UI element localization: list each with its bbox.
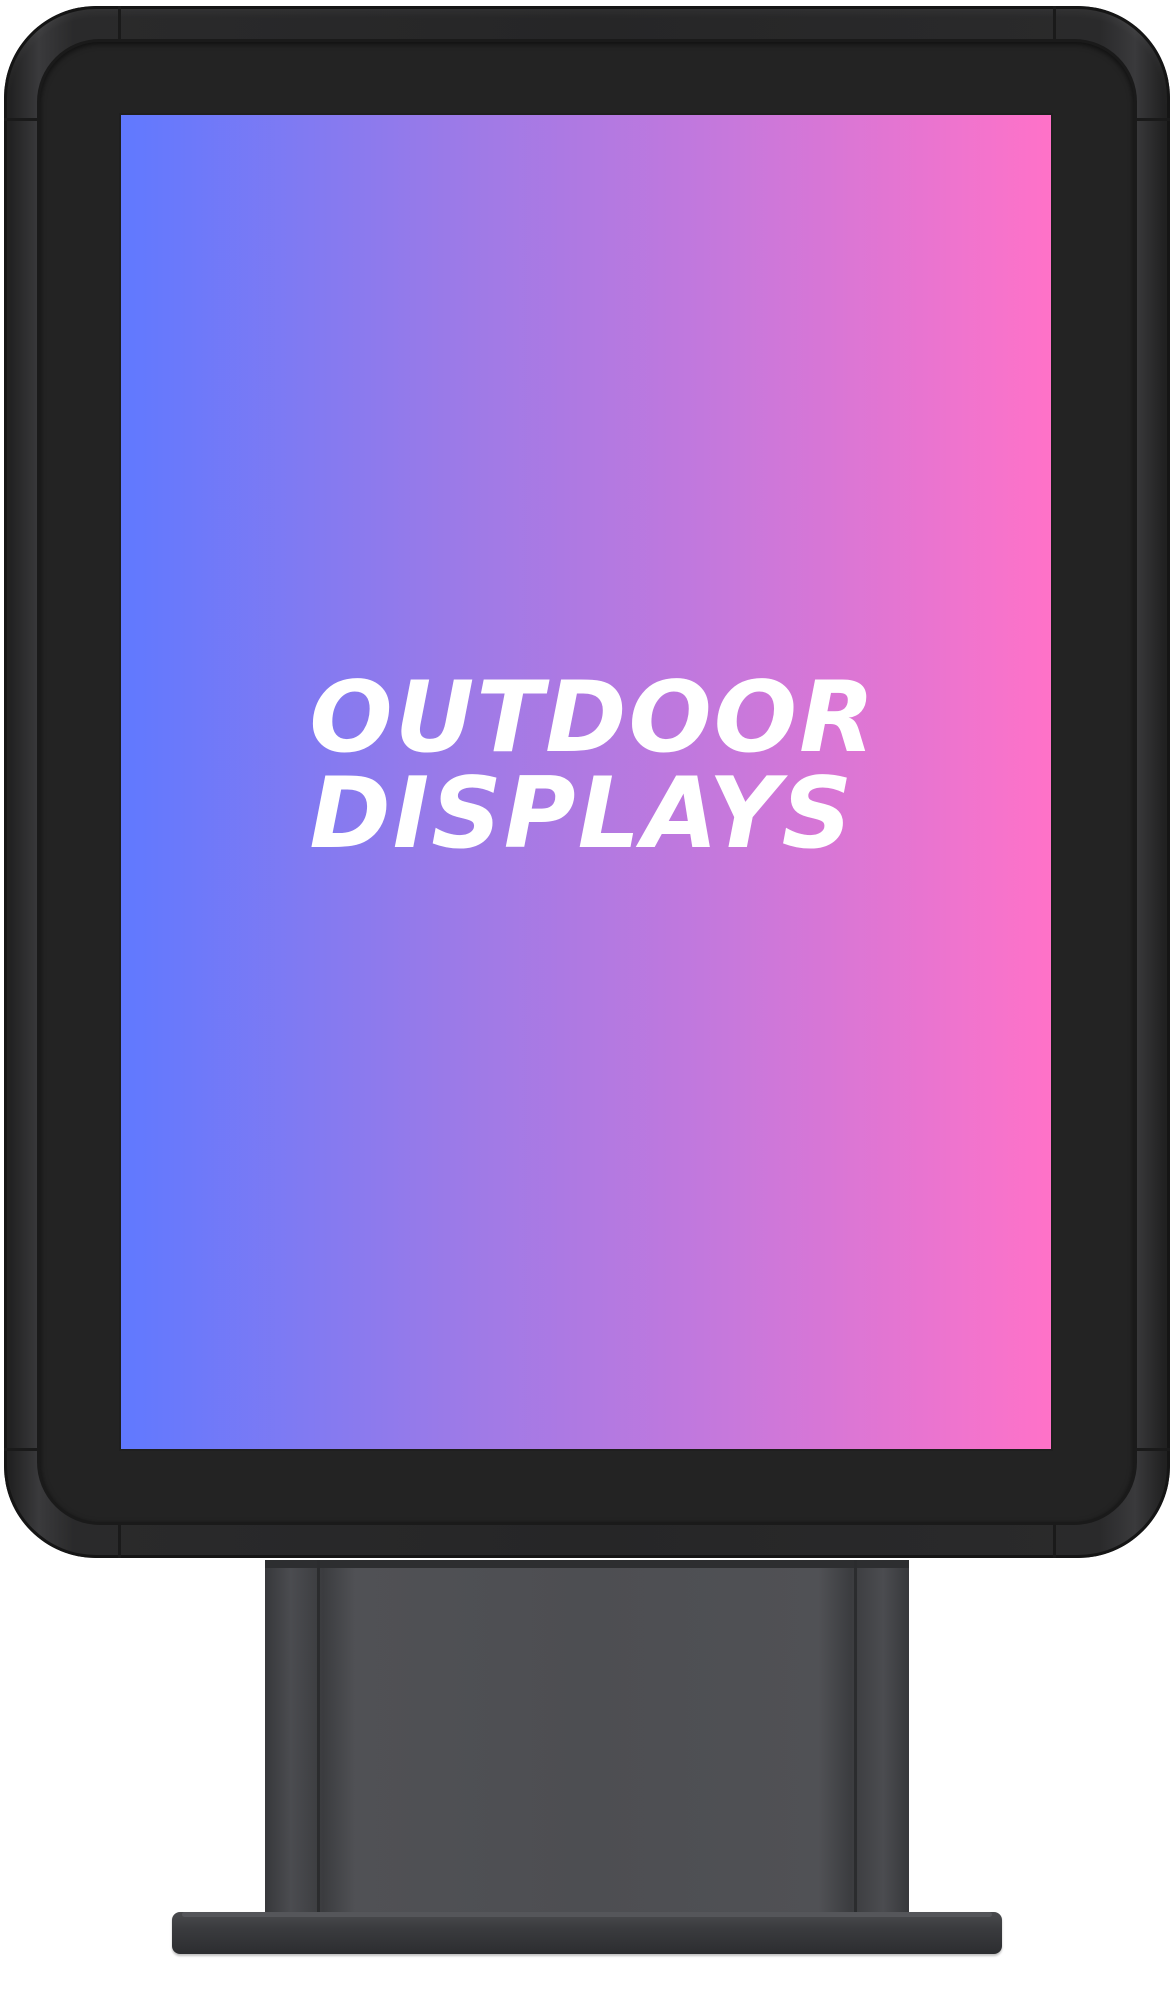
post-edge — [854, 1560, 857, 1920]
frame-seam — [118, 1522, 121, 1558]
kiosk-post — [265, 1560, 909, 1920]
headline: OUTDOOR DISPLAYS — [309, 661, 877, 871]
frame-seam — [1134, 118, 1170, 121]
frame-seam — [118, 6, 121, 42]
post-collar — [265, 1560, 909, 1568]
frame-seam — [1134, 1448, 1170, 1451]
post-edge — [317, 1560, 320, 1920]
outdoor-display-kiosk: OUTDOOR DISPLAYS — [0, 0, 1174, 2000]
headline-line-2: DISPLAYS — [309, 757, 855, 871]
frame-seam — [4, 1448, 40, 1451]
kiosk-base-plate — [172, 1912, 1002, 1954]
frame-seam — [1053, 6, 1056, 42]
display-screen: OUTDOOR DISPLAYS — [121, 115, 1051, 1449]
frame-seam — [1053, 1522, 1056, 1558]
frame-seam — [4, 118, 40, 121]
base-plate-highlight — [182, 1912, 992, 1917]
headline-line-1: OUTDOOR — [309, 661, 877, 775]
